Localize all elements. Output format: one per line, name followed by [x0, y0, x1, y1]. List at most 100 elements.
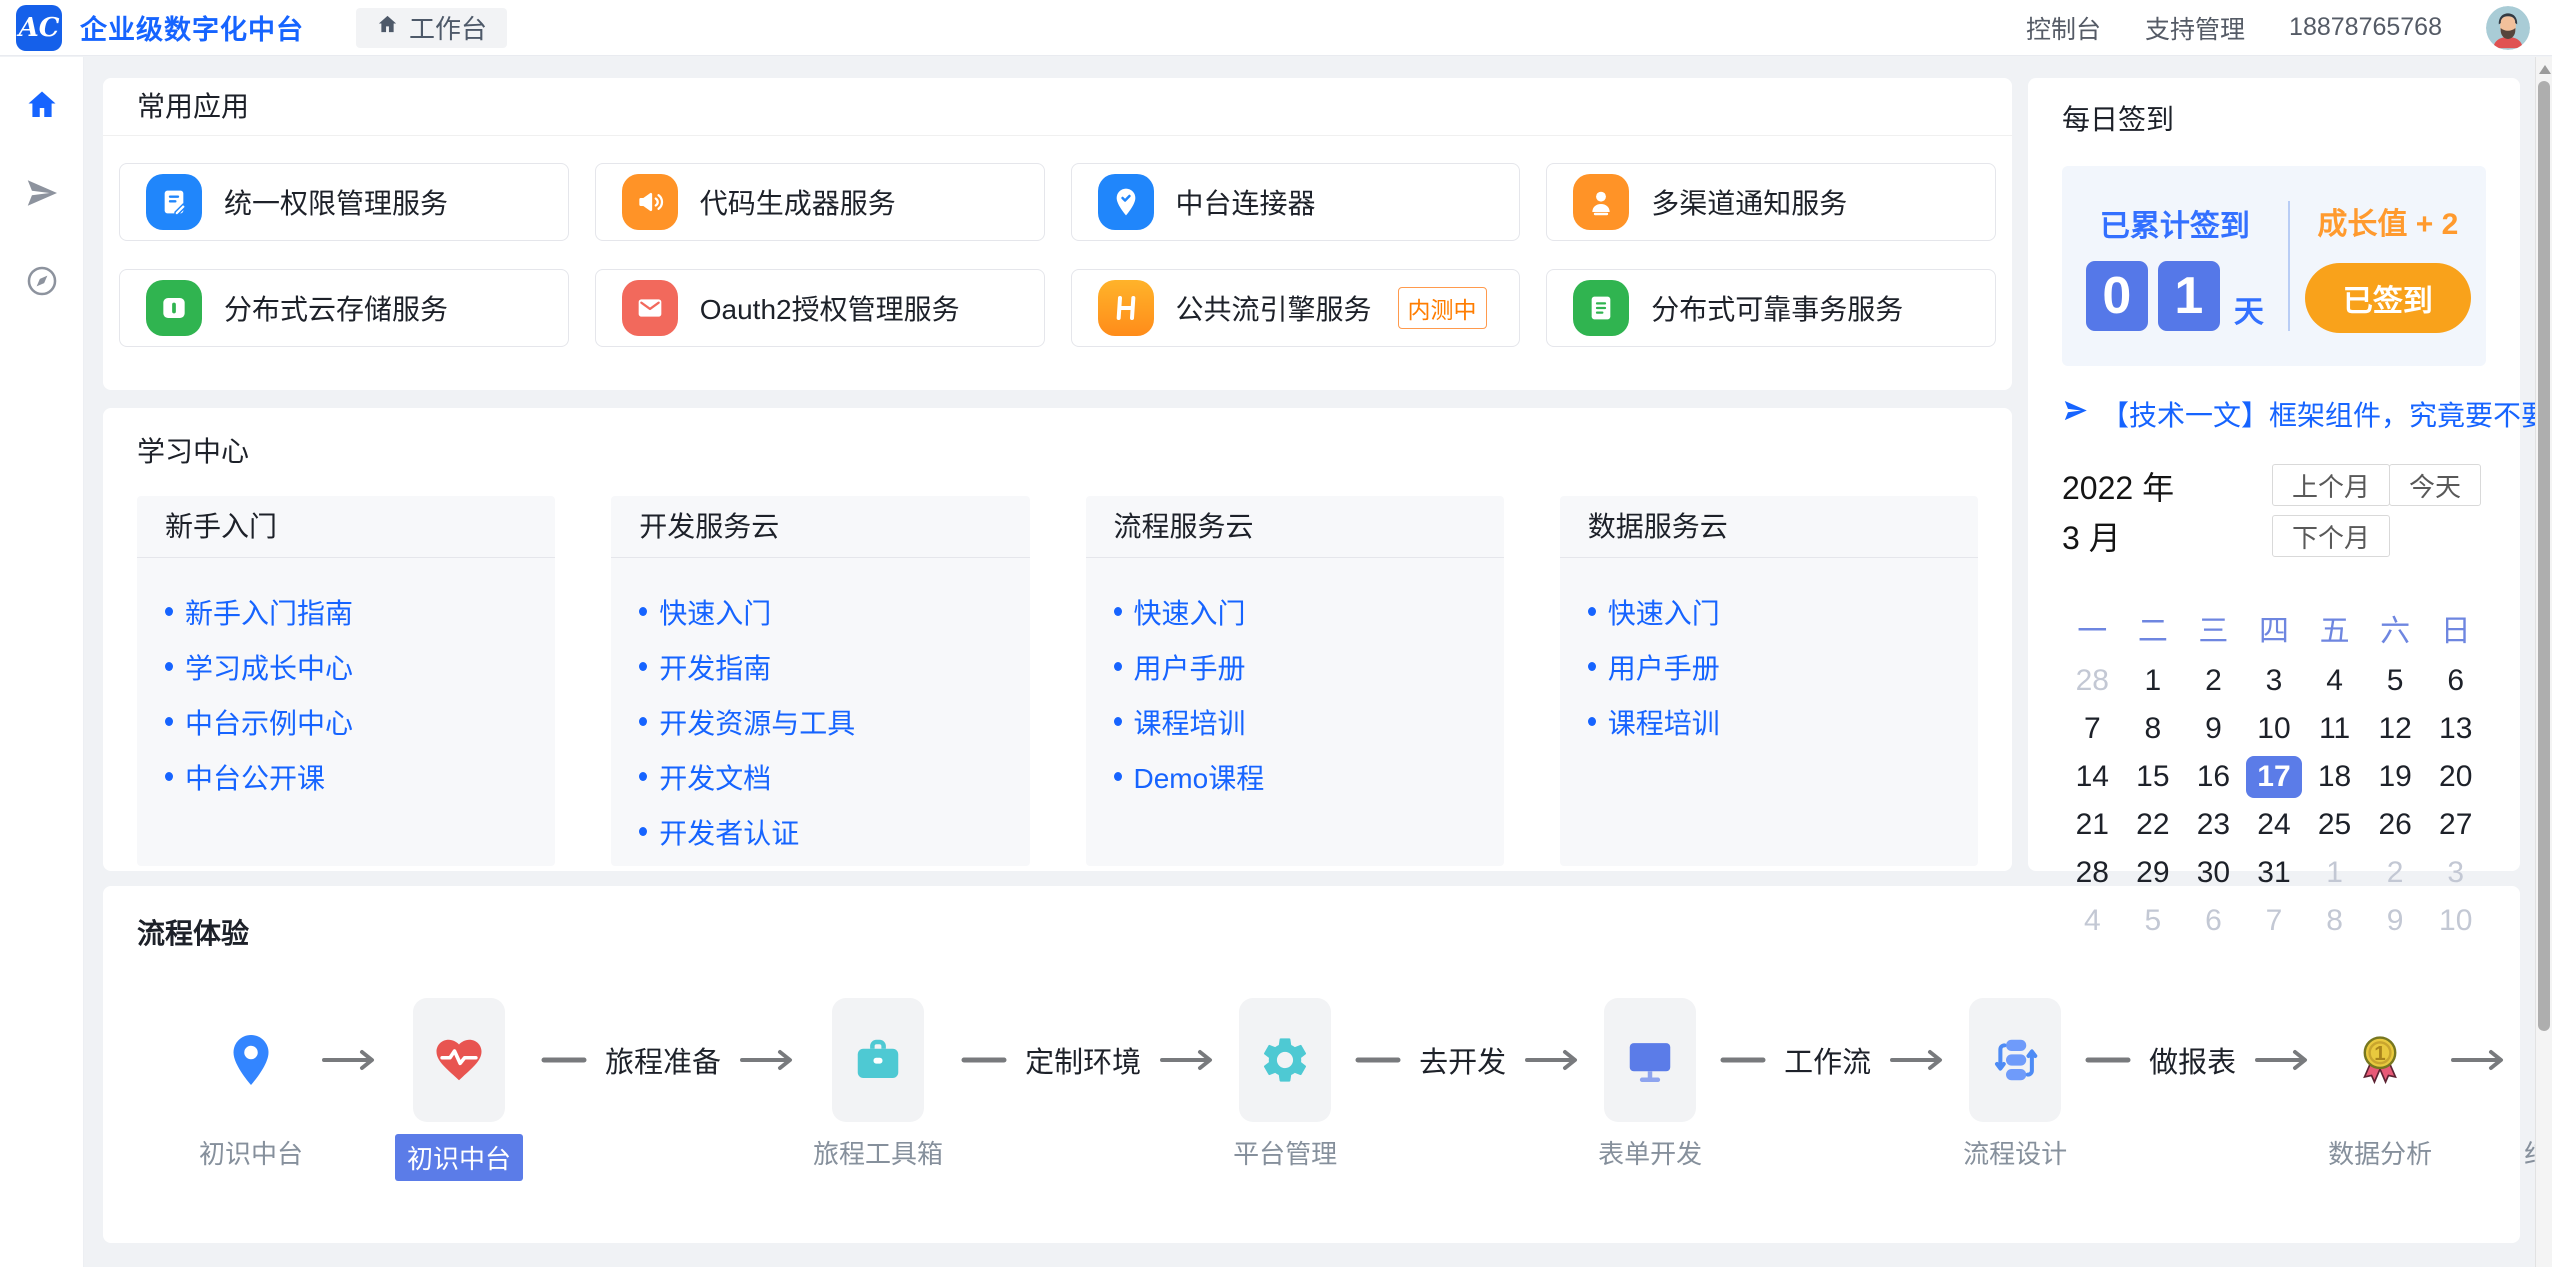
app-card[interactable]: 中台连接器 [1071, 163, 1521, 241]
nav-console[interactable]: 控制台 [2026, 10, 2101, 46]
learning-link[interactable]: 用户手册 [1588, 639, 1950, 694]
sidebar-item-send[interactable] [24, 177, 60, 213]
journey-step[interactable]: 旅程工具箱 [813, 998, 943, 1171]
calendar-day[interactable]: 20 [2425, 756, 2486, 798]
app-card[interactable]: 多渠道通知服务 [1546, 163, 1996, 241]
learning-link[interactable]: 课程培训 [1114, 694, 1476, 749]
calendar-day[interactable]: 31 [2244, 852, 2305, 894]
calendar-day[interactable]: 9 [2183, 708, 2244, 750]
calendar-day[interactable]: 11 [2304, 708, 2365, 750]
calendar-day[interactable]: 14 [2062, 756, 2123, 798]
journey-step[interactable]: 初识中台 [395, 998, 523, 1181]
calendar-day[interactable]: 19 [2365, 756, 2426, 798]
nav-support[interactable]: 支持管理 [2145, 10, 2245, 46]
learning-link[interactable]: 课程培训 [1588, 694, 1950, 749]
calendar-day[interactable]: 13 [2425, 708, 2486, 750]
app-card[interactable]: 公共流引擎服务内测中 [1071, 269, 1521, 347]
calendar-day[interactable]: 8 [2123, 708, 2184, 750]
journey-step[interactable]: 1数据分析 [2328, 998, 2432, 1171]
bullet-dot-icon [1114, 607, 1122, 616]
calendar-day[interactable]: 1 [2123, 660, 2184, 702]
calendar-day[interactable]: 25 [2304, 804, 2365, 846]
calendar-day[interactable]: 10 [2244, 708, 2305, 750]
prev-month-button[interactable]: 上个月 [2272, 464, 2390, 506]
learning-link[interactable]: 中台示例中心 [165, 694, 527, 749]
calendar-day[interactable]: 8 [2304, 900, 2365, 942]
calendar-day[interactable]: 6 [2183, 900, 2244, 942]
calendar-day[interactable]: 16 [2183, 756, 2244, 798]
calendar-day[interactable]: 30 [2183, 852, 2244, 894]
journey-step[interactable]: 初识中台 [199, 998, 303, 1171]
calendar-day[interactable]: 7 [2244, 900, 2305, 942]
learning-link[interactable]: 开发文档 [639, 749, 1001, 804]
learning-link[interactable]: 中台公开课 [165, 749, 527, 804]
learning-link[interactable]: 快速入门 [639, 584, 1001, 639]
article-link[interactable]: 【技术一文】框架组件，究竟要不要自研? [2062, 394, 2486, 434]
calendar-day[interactable]: 15 [2123, 756, 2184, 798]
calendar-month-title: 2022 年 3 月 [2062, 464, 2197, 566]
calendar-day[interactable]: 23 [2183, 804, 2244, 846]
tab-workbench[interactable]: 工作台 [356, 8, 507, 48]
sidebar-item-compass[interactable] [24, 265, 60, 301]
calendar-day[interactable]: 3 [2425, 852, 2486, 894]
app-card[interactable]: 分布式可靠事务服务 [1546, 269, 1996, 347]
sidebar-item-home[interactable] [24, 89, 60, 125]
learning-link[interactable]: 开发指南 [639, 639, 1001, 694]
calendar-day[interactable]: 5 [2123, 900, 2184, 942]
signin-days: 0 1 天 [2086, 261, 2264, 331]
calendar-day[interactable]: 28 [2062, 660, 2123, 702]
learning-link[interactable]: 新手入门指南 [165, 584, 527, 639]
journey-step[interactable]: 平台管理 [1233, 998, 1337, 1171]
calendar-day[interactable]: 26 [2365, 804, 2426, 846]
scrollbar-thumb[interactable] [2538, 81, 2550, 1031]
calendar-day[interactable]: 4 [2304, 660, 2365, 702]
calendar-day[interactable]: 12 [2365, 708, 2426, 750]
journey-step[interactable]: 表单开发 [1598, 998, 1702, 1171]
calendar-day[interactable]: 28 [2062, 852, 2123, 894]
app-card[interactable]: 代码生成器服务 [595, 163, 1045, 241]
calendar-day[interactable]: 24 [2244, 804, 2305, 846]
app-card[interactable]: 分布式云存储服务 [119, 269, 569, 347]
calendar-day[interactable]: 3 [2244, 660, 2305, 702]
arrow-connector-icon [1889, 998, 1945, 1122]
calendar-day[interactable]: 9 [2365, 900, 2426, 942]
calendar-day[interactable]: 6 [2425, 660, 2486, 702]
learning-link-text: 开发文档 [659, 757, 771, 797]
learning-link[interactable]: 用户手册 [1114, 639, 1476, 694]
learning-link[interactable]: 开发资源与工具 [639, 694, 1001, 749]
nav-phone[interactable]: 18878765768 [2289, 13, 2442, 42]
today-button[interactable]: 今天 [2389, 464, 2481, 506]
next-month-button[interactable]: 下个月 [2272, 515, 2390, 557]
avatar[interactable] [2486, 6, 2530, 50]
learning-link[interactable]: Demo课程 [1114, 749, 1476, 804]
app-card[interactable]: 统一权限管理服务 [119, 163, 569, 241]
calendar-day[interactable]: 27 [2425, 804, 2486, 846]
learning-link[interactable]: 快速入门 [1588, 584, 1950, 639]
person-icon [1573, 174, 1629, 230]
journey-step[interactable]: 流程设计 [1963, 998, 2067, 1171]
calendar-day[interactable]: 2 [2365, 852, 2426, 894]
calendar-day[interactable]: 29 [2123, 852, 2184, 894]
calendar-day[interactable]: 22 [2123, 804, 2184, 846]
calendar-day[interactable]: 1 [2304, 852, 2365, 894]
learning-link-text: 快速入门 [659, 592, 771, 632]
calendar-day[interactable]: 21 [2062, 804, 2123, 846]
calendar-day[interactable]: 4 [2062, 900, 2123, 942]
app-logo[interactable]: AC [16, 5, 62, 51]
scrollbar[interactable] [2535, 57, 2552, 1267]
weekday-label: 日 [2425, 606, 2486, 650]
compass-icon [25, 264, 59, 303]
calendar-day[interactable]: 10 [2425, 900, 2486, 942]
scrollbar-up-arrow[interactable] [2539, 65, 2551, 74]
beta-badge: 内测中 [1398, 287, 1487, 329]
calendar-day[interactable]: 2 [2183, 660, 2244, 702]
learning-link[interactable]: 开发者认证 [639, 804, 1001, 859]
learning-link[interactable]: 快速入门 [1114, 584, 1476, 639]
learning-link[interactable]: 学习成长中心 [165, 639, 527, 694]
app-card[interactable]: Oauth2授权管理服务 [595, 269, 1045, 347]
signed-button[interactable]: 已签到 [2305, 263, 2471, 333]
calendar-day[interactable]: 7 [2062, 708, 2123, 750]
calendar-day-selected[interactable]: 17 [2246, 756, 2303, 798]
calendar-day[interactable]: 5 [2365, 660, 2426, 702]
calendar-day[interactable]: 18 [2304, 756, 2365, 798]
